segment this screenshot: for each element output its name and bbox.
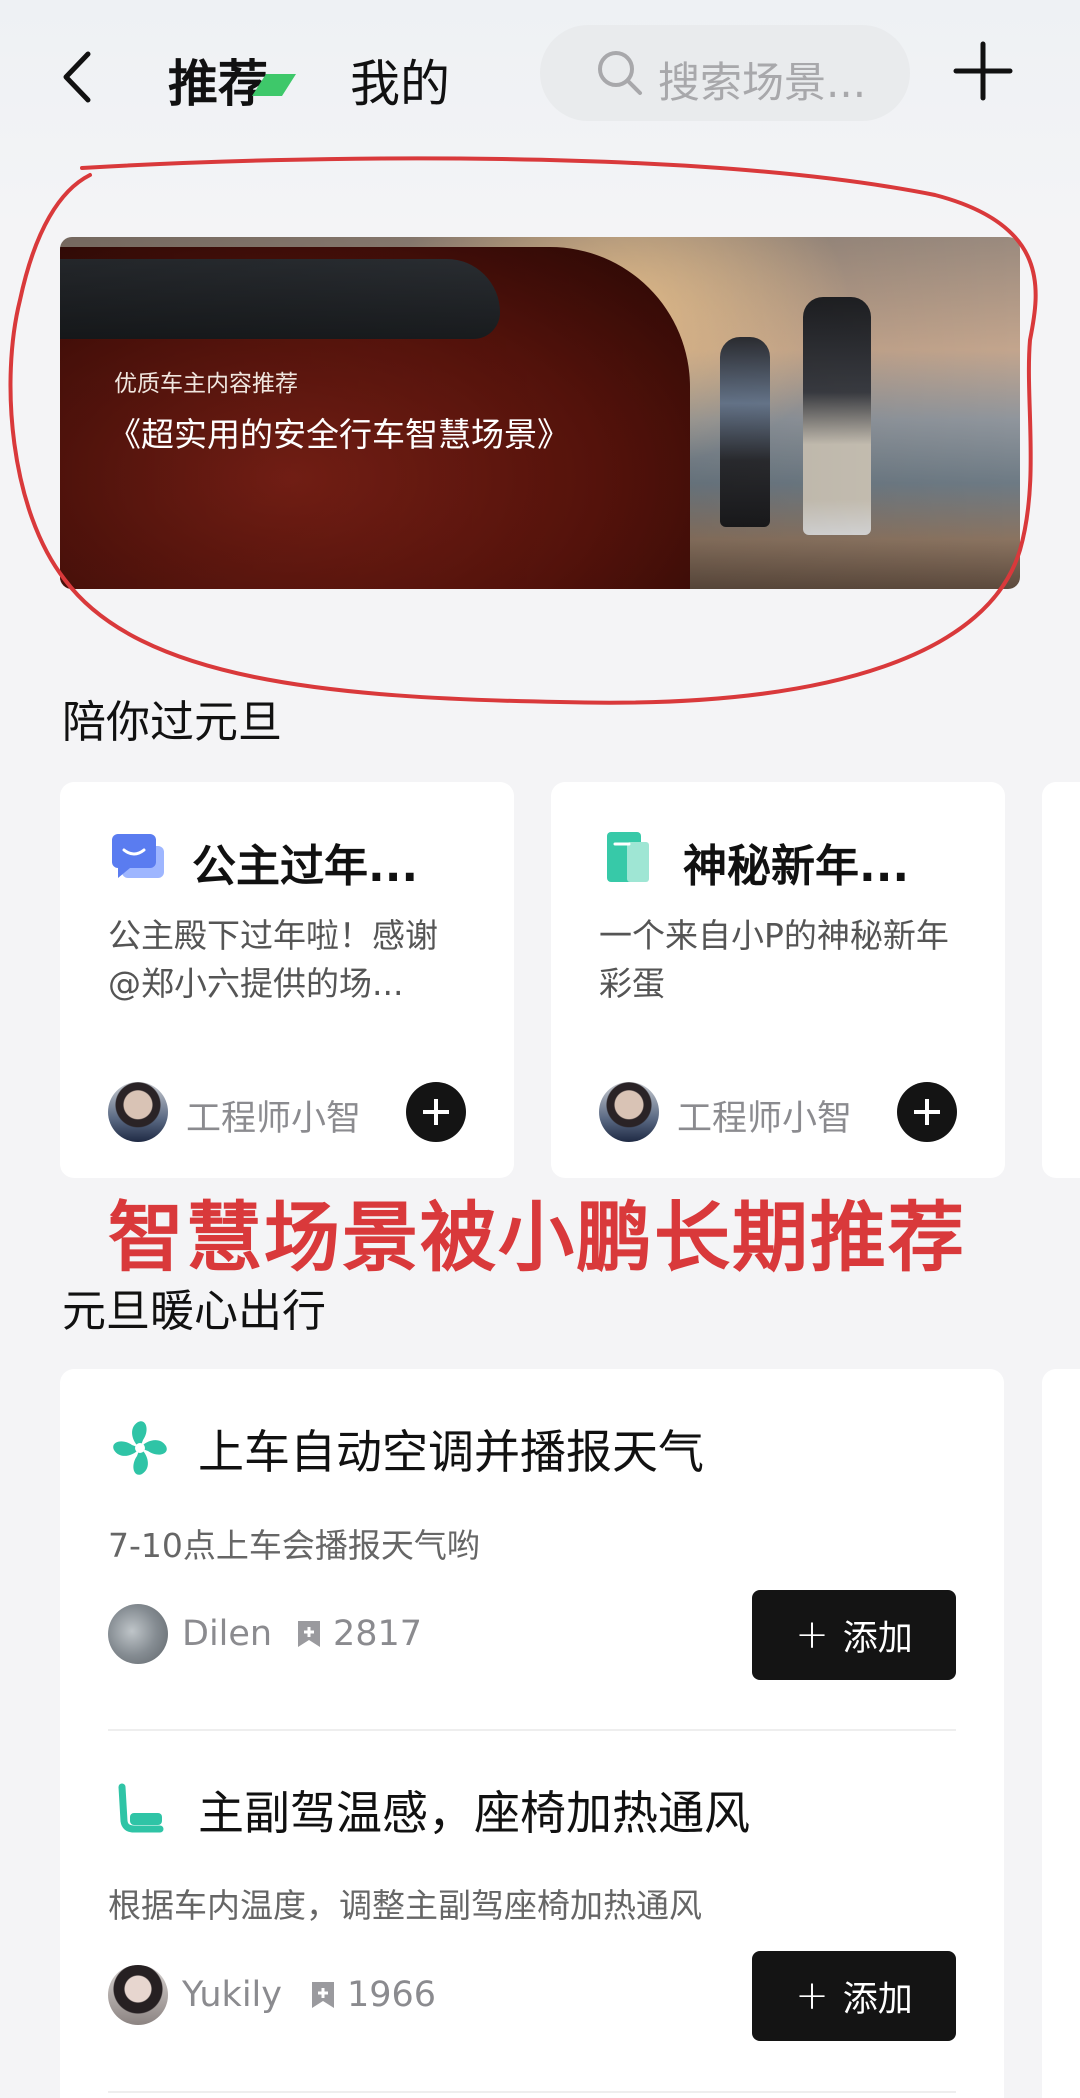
back-button[interactable]: [52, 40, 112, 110]
scene-title: 上车自动空调并播报天气: [198, 1425, 704, 1479]
search-input[interactable]: 搜索场景...: [540, 25, 910, 121]
active-tab-indicator: [252, 74, 296, 96]
tab-mine[interactable]: 我的: [350, 44, 450, 116]
card-title: 神秘新年...: [683, 841, 910, 892]
scene-card[interactable]: 公主过年... 公主殿下过年啦！感谢@郑小六提供的场... 工程师小智: [60, 782, 514, 1178]
scene-title: 主副驾温感，座椅加热通风: [198, 1786, 750, 1840]
scene-card-peek[interactable]: [1042, 782, 1080, 1178]
scene-card[interactable]: 神秘新年... 一个来自小P的神秘新年彩蛋 工程师小智: [551, 782, 1005, 1178]
add-count: 2817: [333, 1614, 423, 1654]
plus-icon: +: [795, 1612, 829, 1658]
avatar: [108, 1082, 168, 1142]
avatar: [599, 1082, 659, 1142]
seat-icon: [118, 1783, 164, 1833]
chat-bubble-icon: [112, 834, 164, 878]
card-author: 工程师小智: [677, 1099, 853, 1139]
add-scene-button[interactable]: + 添加: [752, 1590, 956, 1680]
add-button[interactable]: [897, 1082, 957, 1142]
search-placeholder: 搜索场景...: [658, 58, 867, 107]
divider: [108, 2091, 956, 2093]
list-item[interactable]: 主副驾温感，座椅加热通风 根据车内温度，调整主副驾座椅加热通风 Yukily 1…: [60, 1731, 1004, 2091]
card-description: 公主殿下过年啦！感谢@郑小六提供的场...: [108, 916, 438, 1003]
list-item[interactable]: 上车自动空调并播报天气 7-10点上车会播报天气哟 Dilen 2817 + 添…: [60, 1369, 1004, 1729]
scene-description: 7-10点上车会播报天气哟: [108, 1526, 480, 1565]
scene-list-card: 上车自动空调并播报天气 7-10点上车会播报天气哟 Dilen 2817 + 添…: [60, 1369, 1004, 2098]
book-icon: [607, 832, 649, 882]
scene-user: Dilen: [182, 1614, 273, 1654]
avatar: [108, 1965, 168, 2025]
section-title-warm-travel: 元旦暖心出行: [62, 1286, 326, 1337]
bookmark-icon: [312, 1982, 334, 2008]
add-scene-button[interactable]: + 添加: [752, 1951, 956, 2041]
card-description: 一个来自小P的神秘新年彩蛋: [599, 916, 949, 1003]
header: 推荐 我的 搜索场景...: [0, 0, 1080, 150]
annotation-caption: 智慧场景被小鹏长期推荐: [108, 1193, 966, 1282]
add-button-label: 添加: [842, 1618, 913, 1659]
scene-description: 根据车内温度，调整主副驾座椅加热通风: [108, 1886, 702, 1925]
fan-icon: [113, 1421, 167, 1475]
chevron-left-icon: [63, 51, 91, 103]
search-icon: [598, 51, 642, 95]
bookmark-icon: [298, 1621, 320, 1647]
plus-icon: [953, 41, 1013, 101]
section-title-new-year: 陪你过元旦: [62, 697, 282, 748]
add-scene-button[interactable]: [952, 40, 1014, 102]
scene-list-card-peek[interactable]: [1042, 1369, 1080, 2098]
add-button[interactable]: [406, 1082, 466, 1142]
card-author: 工程师小智: [186, 1099, 362, 1139]
add-button-label: 添加: [842, 1979, 913, 2020]
avatar: [108, 1604, 168, 1664]
card-title: 公主过年...: [192, 841, 419, 892]
add-count: 1966: [347, 1975, 437, 2015]
plus-icon: +: [795, 1973, 829, 2019]
scene-user: Yukily: [182, 1975, 282, 2015]
annotation-circle: [8, 156, 1038, 705]
